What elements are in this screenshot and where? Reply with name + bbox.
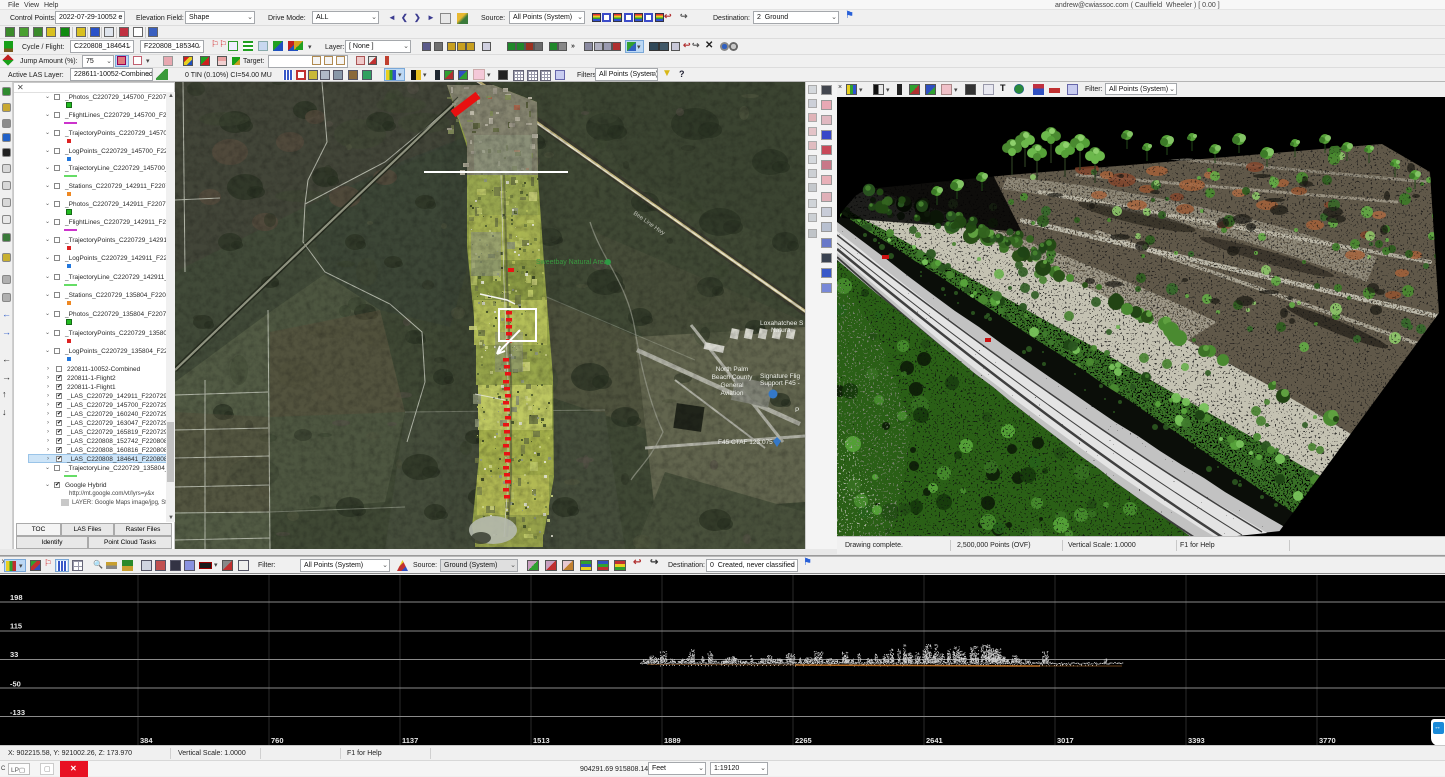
svg-text:General: General: [720, 382, 744, 389]
svg-text:Loxahatchee S: Loxahatchee S: [760, 320, 804, 327]
svg-text:198: 198: [10, 593, 23, 602]
svg-text:Natura: Natura: [771, 327, 791, 334]
svg-text:2265: 2265: [795, 736, 812, 745]
svg-text:P: P: [795, 407, 799, 414]
svg-text:Sweetbay Natural Area: Sweetbay Natural Area: [536, 259, 608, 266]
svg-text:760: 760: [271, 736, 284, 745]
svg-text:Support F45 -: Support F45 -: [760, 380, 800, 387]
svg-text:Aviation: Aviation: [720, 390, 743, 397]
svg-text:1513: 1513: [533, 736, 550, 745]
svg-text:3393: 3393: [1188, 736, 1205, 745]
svg-text:Beach County: Beach County: [712, 374, 754, 381]
svg-text:-133: -133: [10, 708, 25, 717]
svg-text:1137: 1137: [402, 736, 418, 745]
svg-text:384: 384: [140, 736, 153, 745]
svg-text:33: 33: [10, 650, 18, 659]
svg-text:-50: -50: [10, 680, 21, 689]
svg-text:115: 115: [10, 622, 22, 631]
svg-text:North Palm: North Palm: [716, 366, 749, 373]
svg-text:Signature Flig: Signature Flig: [760, 373, 800, 380]
svg-text:2641: 2641: [926, 736, 943, 745]
svg-text:F45 CTAF 123.075: F45 CTAF 123.075: [718, 439, 773, 446]
svg-text:3017: 3017: [1057, 736, 1074, 745]
svg-text:1889: 1889: [664, 736, 681, 745]
svg-text:3770: 3770: [1319, 736, 1336, 745]
